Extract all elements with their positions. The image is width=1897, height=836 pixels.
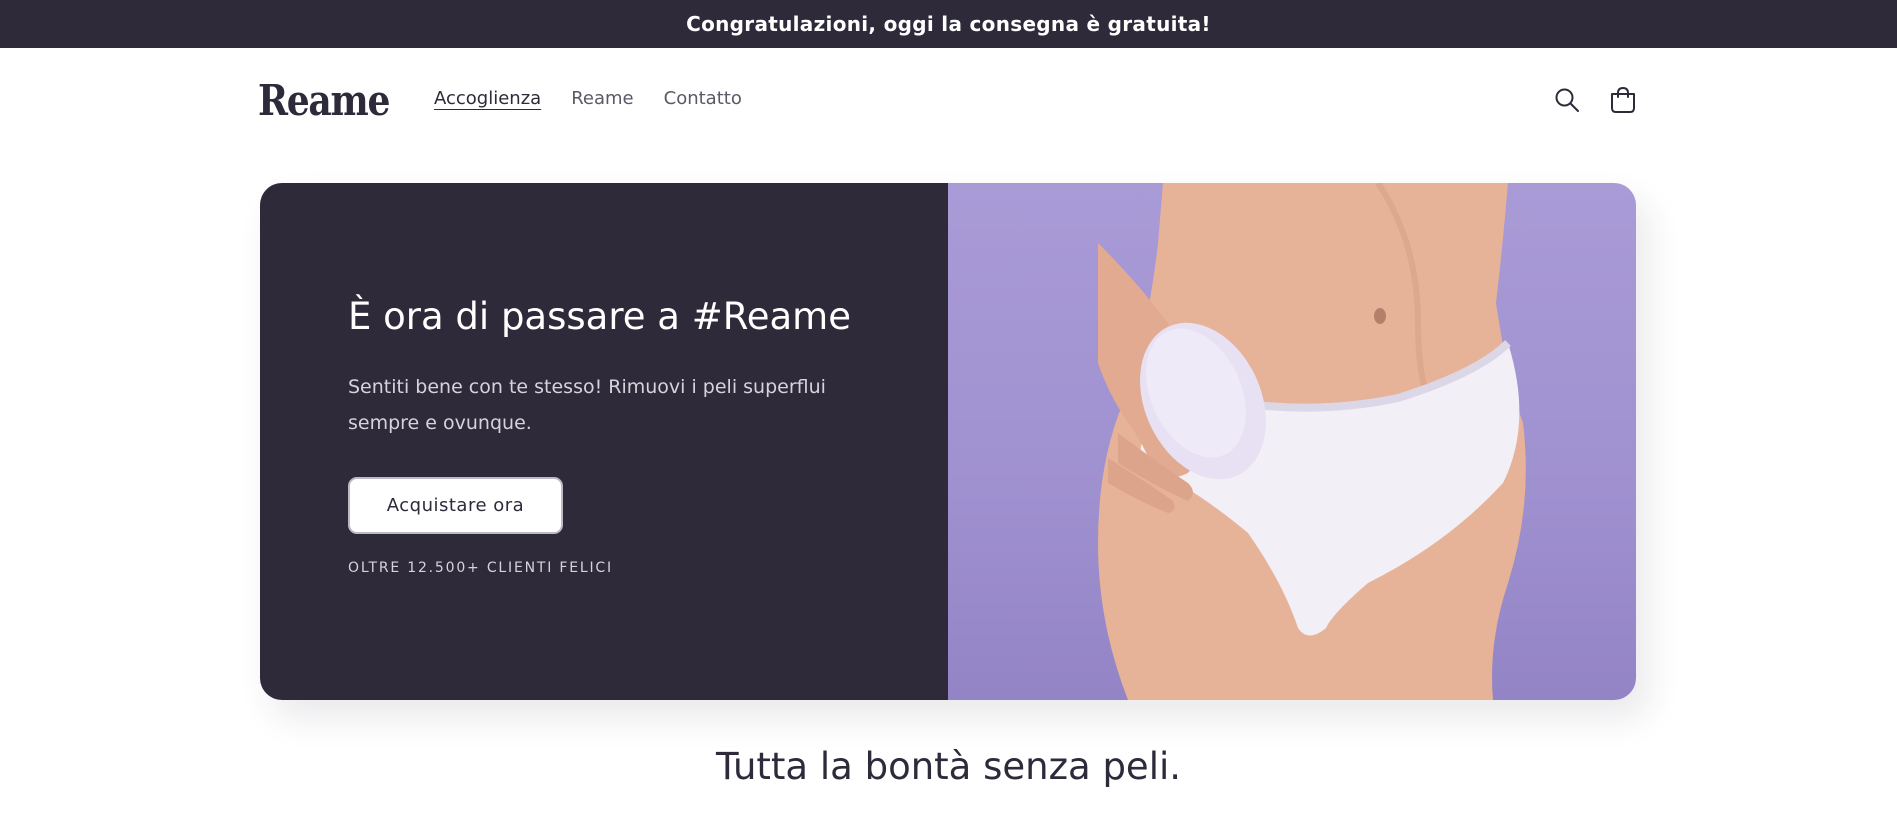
hero-title: È ora di passare a #Reame xyxy=(348,295,851,338)
hero-subtitle: Sentiti bene con te stesso! Rimuovi i pe… xyxy=(348,376,826,434)
announcement-bar: Congratulazioni, oggi la consegna è grat… xyxy=(0,0,1897,48)
main-nav: Accoglienza Reame Contatto xyxy=(434,88,742,109)
logo[interactable]: Reame xyxy=(258,76,390,125)
shop-now-button[interactable]: Acquistare ora xyxy=(348,477,563,534)
cart-button[interactable] xyxy=(1607,84,1639,116)
search-button[interactable] xyxy=(1551,84,1583,116)
nav-link-reame[interactable]: Reame xyxy=(571,88,633,109)
hero-image xyxy=(948,183,1636,700)
cart-icon xyxy=(1611,86,1635,113)
nav-link-accoglienza[interactable]: Accoglienza xyxy=(434,88,541,109)
announcement-text: Congratulazioni, oggi la consegna è grat… xyxy=(686,12,1211,36)
site-header: Reame Accoglienza Reame Contatto xyxy=(0,48,1897,152)
hero-banner: È ora di passare a #Reame Sentiti bene c… xyxy=(260,183,1636,700)
hero-text-panel: È ora di passare a #Reame Sentiti bene c… xyxy=(260,183,948,700)
search-icon xyxy=(1555,88,1579,112)
happy-customers-note: OLTRE 12.500+ CLIENTI FELICI xyxy=(348,560,613,576)
nav-link-contatto[interactable]: Contatto xyxy=(664,88,742,109)
section-title: Tutta la bontà senza peli. xyxy=(715,745,1182,788)
model-with-device-illustration xyxy=(1098,183,1526,700)
